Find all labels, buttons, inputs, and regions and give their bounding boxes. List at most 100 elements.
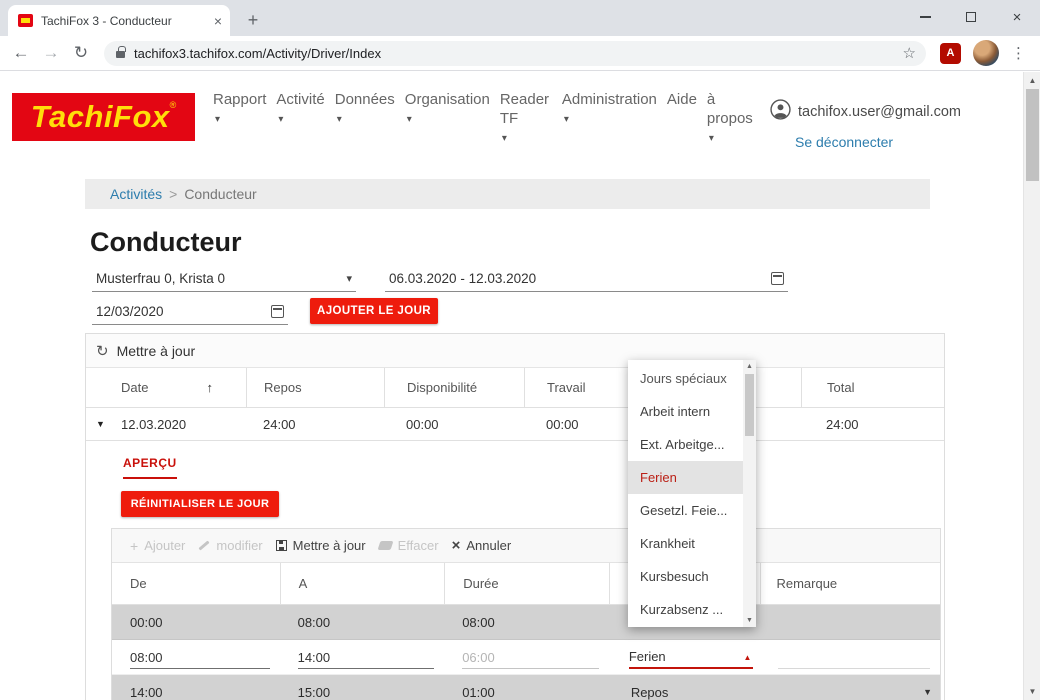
- date-input[interactable]: 12/03/2020: [92, 299, 288, 325]
- address-bar[interactable]: tachifox3.tachifox.com/Activity/Driver/I…: [104, 41, 926, 66]
- driver-select-value: Musterfrau 0, Krista 0: [96, 271, 225, 286]
- url-text[interactable]: tachifox3.tachifox.com/Activity/Driver/I…: [134, 46, 381, 61]
- nav-label: à propos: [707, 90, 759, 128]
- column-header-repos[interactable]: Repos: [246, 368, 384, 407]
- chevron-down-icon[interactable]: ▼: [923, 687, 932, 697]
- table-header-row: Date ↑ Repos Disponibilité Travail Total: [86, 368, 944, 408]
- daterange-input[interactable]: 06.03.2020 - 12.03.2020: [385, 266, 788, 292]
- update-entries-button[interactable]: Mettre à jour: [276, 538, 366, 553]
- user-email: tachifox.user@gmail.com: [798, 104, 961, 120]
- tachifox-logo[interactable]: TachiFox ®: [12, 93, 195, 141]
- nav-item-administration[interactable]: Administration ▾: [562, 90, 657, 124]
- maximize-button[interactable]: [948, 0, 994, 34]
- browser-tab-active[interactable]: TachiFox 3 - Conducteur ×: [8, 5, 230, 36]
- nav-item-reader-tf[interactable]: Reader TF ▾: [500, 90, 552, 143]
- cell-type: Repos: [631, 685, 669, 700]
- breadcrumb-separator: >: [169, 186, 177, 202]
- forward-button[interactable]: →: [36, 43, 66, 63]
- day-detail-panel: APERÇU RÉINITIALISER LE JOUR + Ajouter m…: [86, 441, 944, 700]
- column-label: Total: [827, 380, 854, 395]
- edit-entry-button[interactable]: modifier: [198, 538, 262, 553]
- day-entries-table: + Ajouter modifier Mettre à jour: [111, 528, 941, 700]
- nav-item-organisation[interactable]: Organisation ▾: [405, 90, 490, 124]
- add-day-button[interactable]: AJOUTER LE JOUR: [310, 298, 438, 324]
- column-header-de[interactable]: De: [112, 563, 280, 604]
- dropdown-option[interactable]: Kursbesuch: [628, 560, 743, 593]
- refresh-icon[interactable]: ↻: [96, 342, 109, 360]
- chevron-down-icon: ▾: [346, 272, 352, 285]
- scroll-up-icon[interactable]: ▲: [1024, 76, 1040, 85]
- column-header-total[interactable]: Total: [801, 368, 944, 407]
- entry-row-selected[interactable]: 14:00 15:00 01:00 Repos ▼: [112, 675, 940, 700]
- nav-item-activite[interactable]: Activité ▾: [276, 90, 324, 124]
- column-header-remarque[interactable]: Remarque: [760, 563, 940, 604]
- entry-row-editing[interactable]: 08:00 14:00 06:00 Ferien ▲: [112, 640, 940, 675]
- sort-ascending-icon: ↑: [206, 380, 213, 395]
- dropdown-option[interactable]: Arbeit intern: [628, 395, 743, 428]
- nav-item-rapport[interactable]: Rapport ▾: [213, 90, 266, 124]
- scrollbar-thumb[interactable]: [745, 374, 754, 436]
- type-select[interactable]: Ferien ▲: [629, 648, 754, 669]
- cancel-button[interactable]: × Annuler: [452, 537, 512, 554]
- entries-header-row: De A Durée Remarque: [112, 563, 940, 605]
- column-header-a[interactable]: A: [280, 563, 445, 604]
- user-icon: [770, 99, 791, 125]
- column-header-date[interactable]: Date ↑: [86, 368, 246, 407]
- a-input[interactable]: 14:00: [298, 648, 435, 669]
- nav-item-a-propos[interactable]: à propos ▾: [707, 90, 759, 143]
- add-entry-button[interactable]: + Ajouter: [130, 538, 185, 554]
- column-header-duree[interactable]: Durée: [444, 563, 609, 604]
- nav-item-donnees[interactable]: Données ▾: [335, 90, 395, 124]
- scrollbar-thumb[interactable]: [1026, 89, 1039, 181]
- driver-select[interactable]: Musterfrau 0, Krista 0 ▾: [92, 266, 356, 292]
- scroll-down-icon[interactable]: ▼: [743, 617, 756, 624]
- refresh-bar[interactable]: ↻ Mettre à jour: [86, 334, 944, 368]
- chevron-down-icon: ▾: [564, 116, 657, 124]
- dropdown-scrollbar[interactable]: ▲ ▼: [743, 360, 756, 627]
- pencil-icon: [199, 540, 210, 550]
- column-header-disponibilite[interactable]: Disponibilité: [384, 368, 524, 407]
- toolbar-label: Ajouter: [144, 538, 185, 553]
- minimize-button[interactable]: [902, 0, 948, 34]
- nav-label: Organisation: [405, 90, 490, 109]
- profile-avatar[interactable]: [973, 40, 999, 66]
- dropdown-option[interactable]: Gesetzl. Feie...: [628, 494, 743, 527]
- maximize-icon: [966, 12, 976, 22]
- dropdown-option[interactable]: Krankheit: [628, 527, 743, 560]
- driver-day-card: ↻ Mettre à jour Date ↑ Repos Disponibili…: [85, 333, 945, 700]
- collapse-row-icon[interactable]: ▼: [96, 419, 105, 429]
- reset-day-button[interactable]: RÉINITIALISER LE JOUR: [121, 491, 279, 517]
- nav-item-aide[interactable]: Aide: [667, 90, 697, 109]
- dropdown-option[interactable]: Kurzabsenz ...: [628, 593, 743, 626]
- chevron-down-icon: ▾: [709, 135, 759, 143]
- reload-button[interactable]: ↻: [66, 43, 96, 63]
- breadcrumb-current: Conducteur: [184, 186, 256, 202]
- breadcrumb-link-activites[interactable]: Activités: [110, 186, 162, 202]
- delete-entry-button[interactable]: Effacer: [379, 538, 439, 553]
- logout-link[interactable]: Se déconnecter: [795, 134, 893, 150]
- new-tab-button[interactable]: +: [240, 7, 266, 33]
- remarque-input[interactable]: [778, 648, 930, 669]
- entry-row-selected[interactable]: 00:00 08:00 08:00: [112, 605, 940, 640]
- de-input[interactable]: 08:00: [130, 648, 270, 669]
- scroll-down-icon[interactable]: ▼: [1024, 687, 1040, 696]
- minimize-icon: [920, 16, 931, 18]
- dropdown-option-selected[interactable]: Ferien: [628, 461, 743, 494]
- browser-menu-icon[interactable]: ⋮: [1011, 44, 1026, 62]
- page-scrollbar[interactable]: ▲ ▼: [1023, 72, 1040, 700]
- lock-icon: [116, 51, 125, 58]
- tab-apercu[interactable]: APERÇU: [123, 456, 177, 479]
- close-window-button[interactable]: ×: [994, 0, 1040, 34]
- scroll-up-icon[interactable]: ▲: [743, 363, 756, 370]
- pdf-extension-icon[interactable]: A: [940, 43, 961, 64]
- user-account: tachifox.user@gmail.com: [770, 99, 961, 125]
- cell-a: 08:00: [298, 615, 331, 630]
- tab-close-icon[interactable]: ×: [214, 13, 222, 29]
- dropdown-option[interactable]: Ext. Arbeitge...: [628, 428, 743, 461]
- back-button[interactable]: ←: [6, 43, 36, 63]
- table-row[interactable]: ▼ 12.03.2020 24:00 00:00 00:00 24:00: [86, 408, 944, 441]
- nav-label: Administration: [562, 90, 657, 109]
- calendar-icon[interactable]: [271, 305, 284, 318]
- bookmark-star-icon[interactable]: ☆: [903, 44, 916, 62]
- calendar-icon[interactable]: [771, 272, 784, 285]
